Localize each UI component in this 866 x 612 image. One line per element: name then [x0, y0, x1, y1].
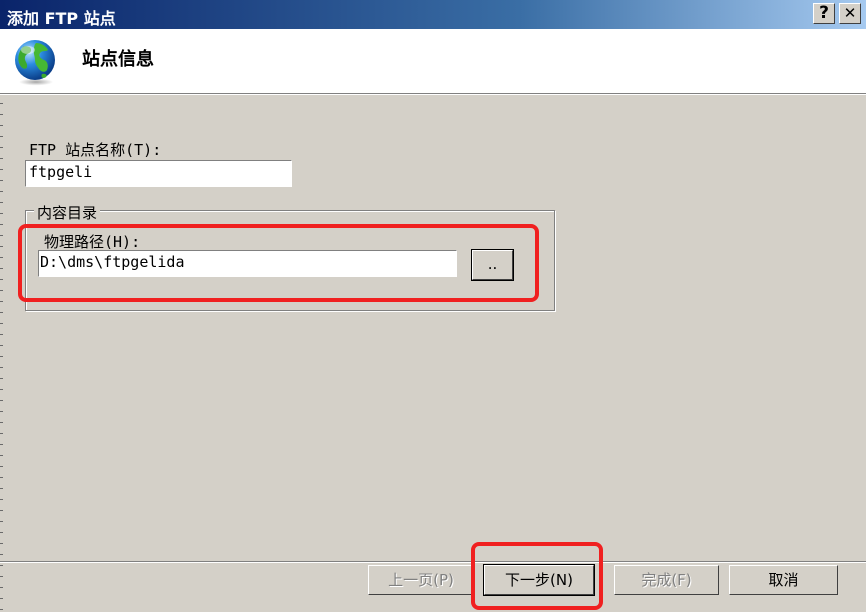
help-button[interactable]: ?: [813, 3, 835, 24]
back-button[interactable]: 上一页(P): [368, 565, 474, 595]
highlight-next-button: [471, 542, 603, 610]
header-divider-highlight: [0, 94, 866, 95]
window-edge: [0, 29, 3, 612]
highlight-physical-path: [18, 224, 539, 302]
content-directory-legend: 内容目录: [34, 202, 101, 223]
title-bar[interactable]: 添加 FTP 站点 ? ✕: [0, 0, 866, 29]
footer-divider-highlight: [0, 562, 866, 563]
site-name-input[interactable]: ftpgeli: [25, 160, 292, 187]
page-title: 站点信息: [82, 49, 154, 70]
globe-icon: [15, 40, 55, 86]
finish-button[interactable]: 完成(F): [614, 565, 719, 595]
cancel-button[interactable]: 取消: [729, 565, 838, 595]
close-button[interactable]: ✕: [839, 3, 861, 24]
window-title: 添加 FTP 站点: [7, 9, 116, 28]
add-ftp-site-dialog: 添加 FTP 站点 ? ✕ 站点信息 FTP 站点名称(T): ftpgeli: [0, 0, 866, 612]
site-name-label: FTP 站点名称(T):: [29, 141, 162, 159]
site-name-value: ftpgeli: [29, 163, 93, 181]
